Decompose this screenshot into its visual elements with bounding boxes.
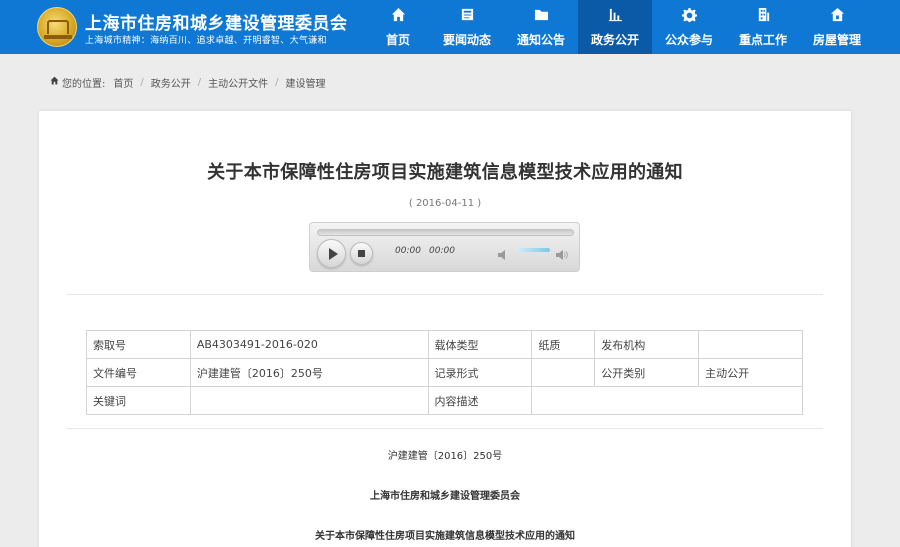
table-cell: 内容描述 <box>427 386 533 415</box>
document-issuer: 上海市住房和城乡建设管理委员会 <box>370 491 520 502</box>
breadcrumb-construction[interactable]: 建设管理 <box>286 75 326 90</box>
breadcrumb-prefix: 您的位置: <box>62 78 106 90</box>
table-cell: 主动公开 <box>698 358 803 387</box>
article-date: ( 2016-04-11 ) <box>408 198 482 209</box>
nav-item-key-work[interactable]: 重点工作 <box>726 0 800 54</box>
article-title: 关于本市保障性住房项目实施建筑信息模型技术应用的通知 <box>207 162 683 183</box>
emblem-icon <box>37 7 77 47</box>
site-motto: 上海城市精神：海纳百川、追求卓越、开明睿智、大气谦和 <box>85 36 327 46</box>
table-cell: 文件编号 <box>86 358 191 387</box>
table-cell: 关键词 <box>86 386 191 415</box>
table-cell: 发布机构 <box>594 330 700 359</box>
document-number: 沪建建管〔2016〕250号 <box>387 451 503 462</box>
article-card: 关于本市保障性住房项目实施建筑信息模型技术应用的通知 ( 2016-04-11 … <box>39 111 851 547</box>
breadcrumb: 您的位置: 首页 / 政务公开 / 主动公开文件 / 建设管理 <box>50 74 326 90</box>
chart-icon <box>578 0 652 22</box>
table-row: 文件编号 沪建建管〔2016〕250号 记录形式 公开类别 主动公开 <box>86 358 803 387</box>
nav-item-gov-affairs[interactable]: 政务公开 <box>578 0 652 54</box>
folder-icon <box>504 0 578 22</box>
table-cell: 沪建建管〔2016〕250号 <box>189 358 429 387</box>
table-cell: 载体类型 <box>427 330 533 359</box>
breadcrumb-gov-affairs[interactable]: 政务公开 <box>151 75 191 90</box>
gear-icon <box>652 0 726 22</box>
audio-duration: 00:00 <box>429 246 455 256</box>
table-cell: 索取号 <box>86 330 191 359</box>
table-row: 关键词 内容描述 <box>86 386 803 415</box>
nav-item-notices[interactable]: 通知公告 <box>504 0 578 54</box>
site-header: 上海市住房和城乡建设管理委员会 上海城市精神：海纳百川、追求卓越、开明睿智、大气… <box>0 0 900 54</box>
document-info-table: 索取号 AB4303491-2016-020 载体类型 纸质 发布机构 文件编号… <box>86 330 803 415</box>
table-row: 索取号 AB4303491-2016-020 载体类型 纸质 发布机构 <box>86 330 803 359</box>
divider <box>66 294 823 295</box>
table-cell <box>698 330 803 359</box>
stop-button[interactable] <box>350 242 373 265</box>
document-subject: 关于本市保障性住房项目实施建筑信息模型技术应用的通知 <box>315 531 575 542</box>
site-logo[interactable]: 上海市住房和城乡建设管理委员会 上海城市精神：海纳百川、追求卓越、开明睿智、大气… <box>37 5 347 49</box>
nav-item-public[interactable]: 公众参与 <box>652 0 726 54</box>
play-button[interactable] <box>317 239 346 268</box>
table-cell: 纸质 <box>531 330 596 359</box>
audio-player: 00:00 00:00 <box>309 222 580 272</box>
audio-progress-bar[interactable] <box>317 229 574 236</box>
house-icon <box>800 0 874 22</box>
breadcrumb-separator: / <box>140 76 144 88</box>
main-nav: 首页 要闻动态 通知公告 政务公开 公众参与 重点工作 房屋管理 <box>366 0 874 54</box>
building-icon <box>726 0 800 22</box>
table-cell: AB4303491-2016-020 <box>189 330 429 359</box>
table-cell: 公开类别 <box>594 358 700 387</box>
audio-current-time: 00:00 <box>395 246 421 256</box>
news-icon <box>430 0 504 22</box>
table-cell <box>189 386 429 415</box>
breadcrumb-active-files[interactable]: 主动公开文件 <box>208 75 268 90</box>
nav-item-housing[interactable]: 房屋管理 <box>800 0 874 54</box>
table-cell <box>531 386 803 415</box>
table-cell <box>531 358 596 387</box>
volume-mute-icon[interactable] <box>498 245 510 260</box>
home-icon <box>50 76 62 88</box>
breadcrumb-home[interactable]: 首页 <box>113 75 133 90</box>
table-cell: 记录形式 <box>427 358 533 387</box>
nav-item-home[interactable]: 首页 <box>366 0 430 54</box>
breadcrumb-separator: / <box>197 76 202 88</box>
home-icon <box>366 0 430 22</box>
site-title: 上海市住房和城乡建设管理委员会 <box>85 14 348 34</box>
volume-max-icon[interactable] <box>556 245 568 260</box>
breadcrumb-separator: / <box>275 76 279 88</box>
volume-slider[interactable] <box>515 248 550 252</box>
nav-item-news[interactable]: 要闻动态 <box>430 0 504 54</box>
divider <box>66 428 823 429</box>
